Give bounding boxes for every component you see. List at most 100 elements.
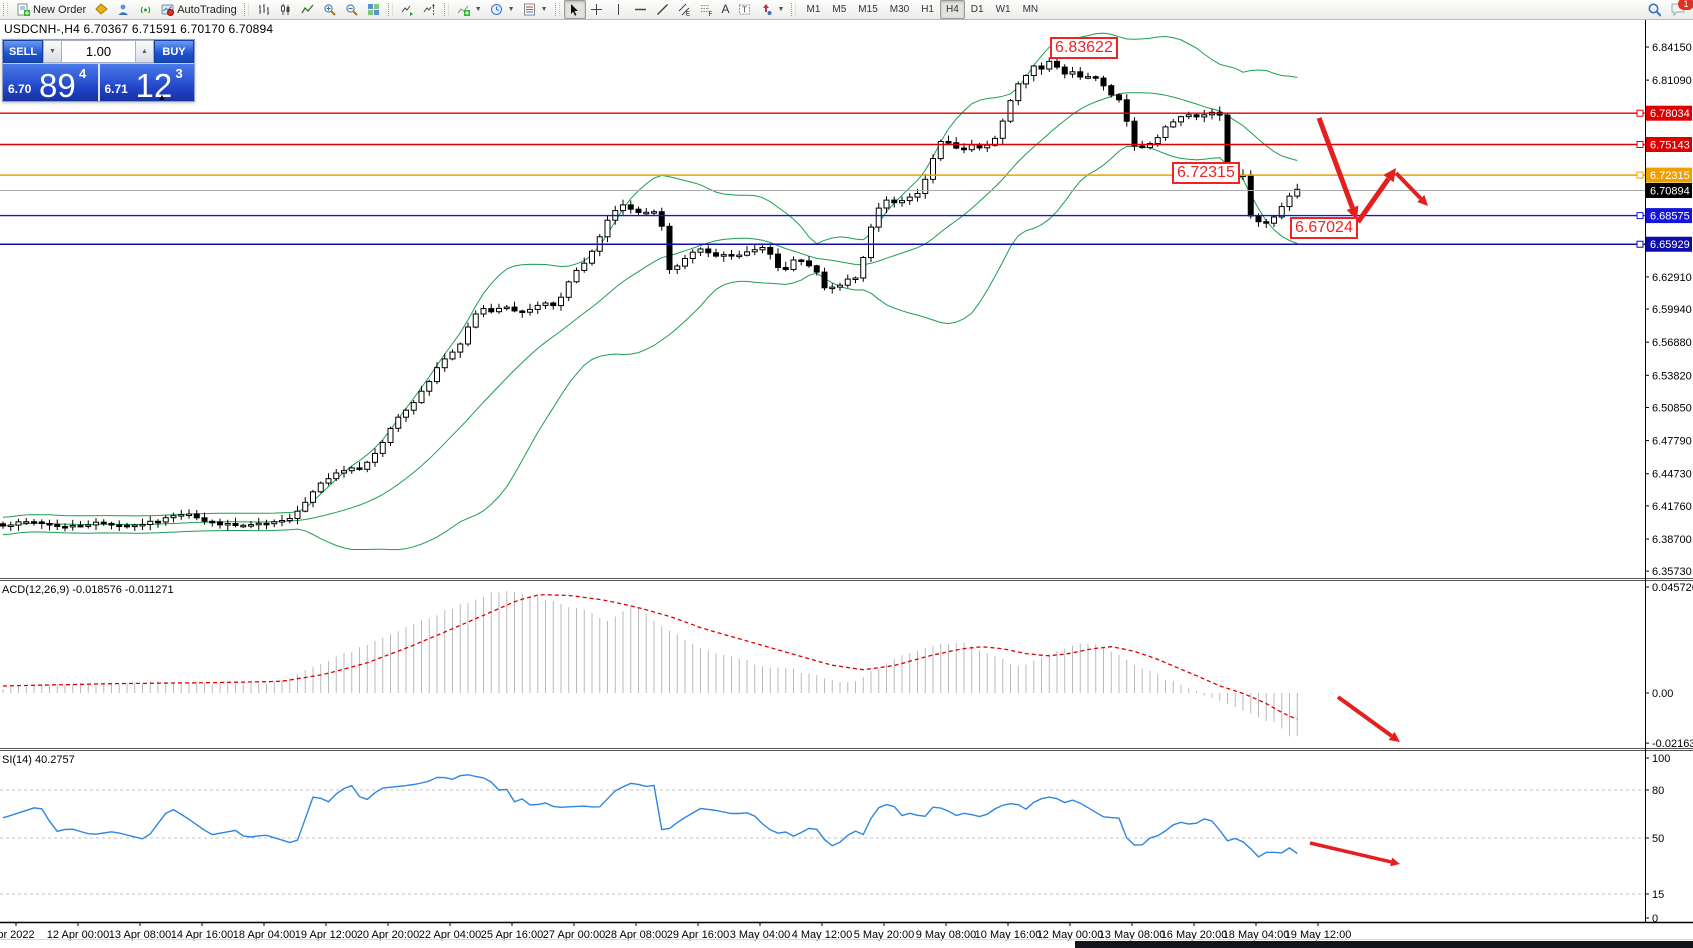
svg-text:F: F [709,12,713,16]
templates-icon [523,3,537,17]
fibonacci-tool-button[interactable]: F [696,0,718,19]
new-order-icon [16,3,30,17]
svg-text:6.75143: 6.75143 [1650,140,1690,152]
svg-text:15: 15 [1652,889,1664,901]
signals-button[interactable] [134,0,156,19]
toolbar-grip[interactable] [444,3,449,16]
svg-text:6.84150: 6.84150 [1652,42,1692,54]
svg-text:6.72315: 6.72315 [1650,170,1690,182]
vertical-line-tool-button[interactable] [608,0,630,19]
volume-input[interactable]: 1.00 [62,40,135,63]
svg-text:6.70894: 6.70894 [1650,185,1690,197]
auto-scroll-button[interactable] [397,0,419,19]
price-annotation[interactable]: 6.67024 [1290,217,1358,239]
svg-text:80: 80 [1652,785,1664,797]
price-annotation[interactable]: 6.83622 [1050,37,1118,59]
auto-scroll-icon [401,3,415,17]
one-click-trading-panel: SELL ▼ 1.00 ▲ BUY 6.70 89 4 6.71 12 3 ▲ [2,39,195,102]
indicators-caret: ▼ [475,6,482,13]
equidistant-channel-tool-button[interactable]: E [674,0,696,19]
metaeditor-button[interactable] [90,0,112,19]
chart-shift-button[interactable] [419,0,441,19]
metaeditor-icon [94,3,108,17]
templates-button[interactable]: ▼ [519,0,552,19]
toolbar-grip[interactable] [555,3,560,16]
indicators-button[interactable]: ▼ [453,0,486,19]
chart-canvas[interactable]: 6.780346.751436.723156.685756.659296.708… [0,0,1693,948]
autotrading-icon [160,3,174,17]
toolbar-grip[interactable] [791,3,796,16]
svg-text:6.35730: 6.35730 [1652,566,1692,578]
periods-button[interactable]: ▼ [486,0,519,19]
tab-timeframe-m1[interactable]: M1 [800,0,826,19]
notifications-icon[interactable]: 1 [1669,3,1687,17]
toolbar-grip[interactable] [388,3,393,16]
svg-text:6.81090: 6.81090 [1652,75,1692,87]
price-uptick-icon: ▲ [158,92,167,101]
crosshair-tool-button[interactable] [586,0,608,19]
tab-timeframe-w1[interactable]: W1 [990,0,1017,19]
cursor-icon [568,3,582,17]
autotrading-button[interactable]: AutoTrading [156,0,241,19]
buy-price-small: 6.71 [105,82,128,96]
signals-icon [138,3,152,17]
indicators-icon [457,3,471,17]
buy-price-panel[interactable]: 6.71 12 3 ▲ [98,64,195,101]
search-icon[interactable] [1647,3,1661,17]
sell-button[interactable]: SELL [3,40,43,63]
arrows-caret: ▼ [778,6,785,13]
svg-text:6.50850: 6.50850 [1652,402,1692,414]
equidistant-channel-icon: E [678,3,692,17]
new-order-button[interactable]: New Order [12,0,90,19]
text-label-tool-button[interactable]: T [734,0,756,19]
timeframe-group: M1M5M15M30H1H4D1W1MN [800,0,1044,19]
tab-timeframe-d1[interactable]: D1 [965,0,990,19]
tab-timeframe-h4[interactable]: H4 [940,0,965,19]
zoom-in-button[interactable] [319,0,341,19]
tab-timeframe-m15[interactable]: M15 [852,0,883,19]
toolbar-grip[interactable] [244,3,249,16]
text-tool-button[interactable]: A [718,0,734,19]
horizontal-line-tool-button[interactable] [630,0,652,19]
toolbar-grip[interactable] [3,3,8,16]
arrows-tool-button[interactable]: ▼ [756,0,789,19]
buy-price-sup: 3 [176,66,183,81]
svg-text:100: 100 [1652,753,1670,765]
tab-timeframe-h1[interactable]: H1 [915,0,940,19]
svg-text:6.44730: 6.44730 [1652,469,1692,481]
fibonacci-icon: F [700,3,714,17]
tab-timeframe-m5[interactable]: M5 [826,0,852,19]
rsi-indicator-label: SI(14) 40.2757 [2,754,75,766]
svg-text:6.65929: 6.65929 [1650,239,1690,251]
candlestick-chart-icon [279,3,293,17]
trendline-tool-button[interactable] [652,0,674,19]
sell-price-panel[interactable]: 6.70 89 4 [3,64,98,101]
svg-text:6.38700: 6.38700 [1652,534,1692,546]
text-label-icon: T [738,3,752,17]
volume-decrease-button[interactable]: ▼ [43,40,62,63]
trendline-icon [656,3,670,17]
periods-caret: ▼ [508,6,515,13]
buy-price-big: 12 [136,67,173,101]
zoom-out-icon [345,3,359,17]
autotrading-label: AutoTrading [177,4,237,16]
line-chart-button[interactable] [297,0,319,19]
buy-button[interactable]: BUY [154,40,194,63]
zoom-out-button[interactable] [341,0,363,19]
tab-timeframe-mn[interactable]: MN [1017,0,1045,19]
candlestick-chart-button[interactable] [275,0,297,19]
volume-increase-button[interactable]: ▲ [135,40,154,63]
cursor-tool-button[interactable] [564,0,586,19]
bar-chart-icon [257,3,271,17]
bar-chart-button[interactable] [253,0,275,19]
tile-windows-button[interactable] [363,0,385,19]
svg-text:T: T [742,6,747,15]
price-annotation[interactable]: 6.72315 [1172,162,1240,184]
new-order-label: New Order [33,4,86,16]
terminal-button[interactable] [112,0,134,19]
taskbar-strip [1075,941,1693,948]
tab-timeframe-m30[interactable]: M30 [884,0,915,19]
svg-text:6.59940: 6.59940 [1652,304,1692,316]
vertical-line-icon [612,3,626,17]
svg-text:0.00: 0.00 [1652,688,1673,700]
